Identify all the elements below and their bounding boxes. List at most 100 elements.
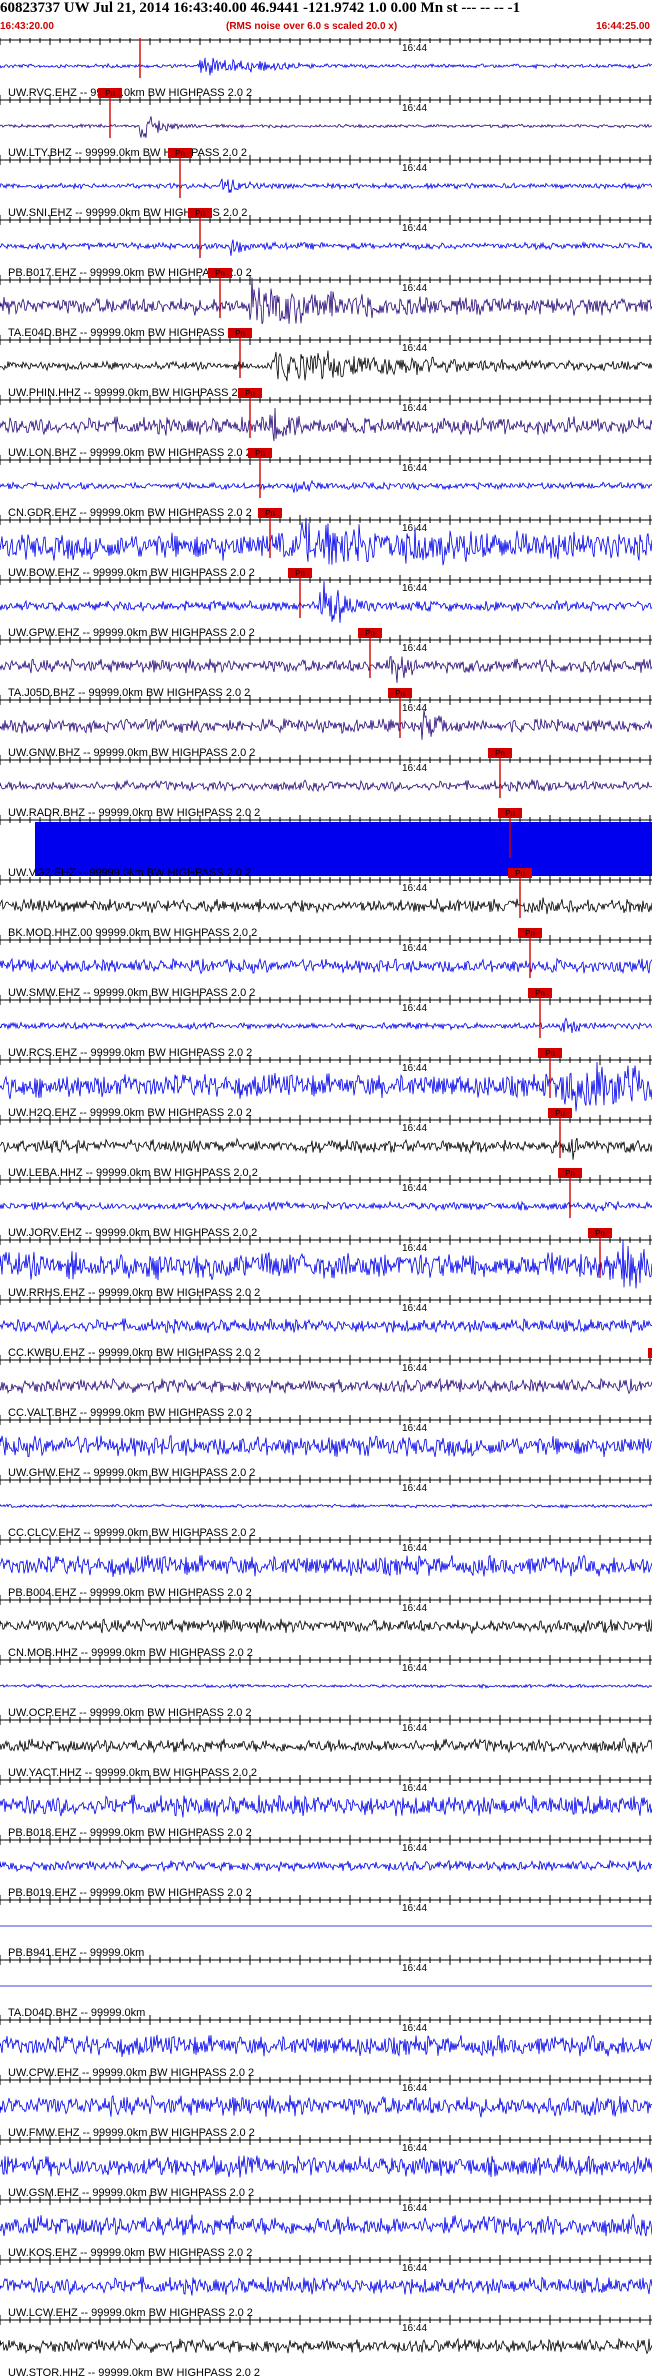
trace-row: 16:44PB.B019.EHZ -- 99999.0km BW HIGHPAS… xyxy=(0,1835,652,1899)
pick-label: Pn xyxy=(295,569,305,578)
station-label: TA.D04D.BHZ -- 99999.0km xyxy=(8,2007,145,2019)
station-label: UW.GNW.BHZ -- 99999.0km BW HIGHPASS 2.0 … xyxy=(8,747,255,759)
waveform xyxy=(0,116,652,138)
station-label: UW.CPW.EHZ -- 99999.0km BW HIGHPASS 2.0 … xyxy=(8,2067,254,2079)
minute-tick-label: 16:44 xyxy=(402,163,427,174)
minute-tick-label: 16:44 xyxy=(402,2143,427,2154)
waveform xyxy=(0,239,652,256)
minute-tick-label: 16:44 xyxy=(402,283,427,294)
waveform xyxy=(0,1794,652,1818)
waveform xyxy=(0,709,652,740)
pick-label: Pn xyxy=(395,689,405,698)
pick-label: Pn xyxy=(565,1169,575,1178)
waveform xyxy=(0,1017,652,1034)
minute-tick-label: 16:44 xyxy=(402,1423,427,1434)
waveform xyxy=(0,1503,652,1509)
start-time-label: 16:43:20.00 xyxy=(0,21,54,32)
waveform xyxy=(0,2094,652,2118)
waveform xyxy=(0,1377,652,1395)
minute-tick-label: 16:44 xyxy=(402,1003,427,1014)
waveform xyxy=(0,1434,652,1458)
pick-label: Pn xyxy=(365,629,375,638)
station-label: UW.GHW.EHZ -- 99999.0km BW HIGHPASS 2.0 … xyxy=(8,1467,255,1479)
rms-note-label: (RMS noise over 6.0 s scaled 20.0 x) xyxy=(226,21,398,32)
pick-label: Pn xyxy=(215,269,225,278)
waveform xyxy=(0,1200,652,1213)
pick-label: Pn xyxy=(505,809,515,818)
minute-tick-label: 16:44 xyxy=(402,223,427,234)
waveform xyxy=(0,1554,652,1577)
waveform xyxy=(0,957,652,975)
minute-tick-label: 16:44 xyxy=(402,2323,427,2334)
waveform xyxy=(0,1683,652,1690)
pick-label: Pn xyxy=(105,89,115,98)
waveform xyxy=(0,350,652,382)
trace-row: 16:44UW.RVC.EHZ -- 99999.0km BW HIGHPASS… xyxy=(0,38,652,99)
station-label: UW.FMW.EHZ -- 99999.0km BW HIGHPASS 2.0 … xyxy=(8,2127,255,2139)
waveform xyxy=(0,1240,652,1289)
minute-tick-label: 16:44 xyxy=(402,1363,427,1374)
waveform xyxy=(0,779,652,793)
trace-row: 16:44 UW.CPW.EHZ -- 99999.0km BW HIGHPASS… xyxy=(0,2015,652,2079)
trace-row: 16:44PB.B018.EHZ -- 99999.0km BW HIGHPAS… xyxy=(0,1775,652,1839)
minute-tick-label: 16:44 xyxy=(402,1483,427,1494)
station-label: UW.RRHS.EHZ -- 99999.0km BW HIGHPASS 2.0… xyxy=(8,1287,260,1299)
station-label: UW.GSM.EHZ -- 99999.0km BW HIGHPASS 2.0 … xyxy=(8,2187,254,2199)
minute-tick-label: 16:44 xyxy=(402,1303,427,1314)
minute-tick-label: 16:44 xyxy=(402,2263,427,2274)
minute-tick-label: 16:44 xyxy=(402,43,427,54)
station-label: UW.GPW.EHZ -- 99999.0km BW HIGHPASS 2.0 … xyxy=(8,627,255,639)
waveform xyxy=(0,581,652,623)
pick-label: Pn xyxy=(255,449,265,458)
pick-label: Pn xyxy=(235,329,245,338)
minute-tick-label: 16:44 xyxy=(402,1243,427,1254)
waveform xyxy=(0,479,652,493)
station-label: CC.KWBU.EHZ -- 99999.0km BW HIGHPASS 2.0… xyxy=(8,1347,260,1359)
minute-tick-label: 16:44 xyxy=(402,1543,427,1554)
waveform xyxy=(0,407,652,442)
minute-tick-label: 16:44 xyxy=(402,463,427,474)
trace-row: 16:44 UW.GSM.EHZ -- 99999.0km BW HIGHPASS… xyxy=(0,2135,652,2199)
waveform xyxy=(0,1318,652,1335)
pick-label: Pn xyxy=(595,1229,605,1238)
pick-label: Pn xyxy=(195,209,205,218)
waveform xyxy=(0,1859,652,1873)
minute-tick-label: 16:44 xyxy=(402,103,427,114)
pick-label: Pn xyxy=(495,749,505,758)
pick-label: Pn xyxy=(555,1109,565,1118)
pick-label: Pn xyxy=(515,869,525,878)
station-label: UW.PHIN.HHZ -- 99999.0km BW HIGHPASS 2.0… xyxy=(8,387,256,399)
waveform xyxy=(0,2034,652,2057)
event-title: 60823737 UW Jul 21, 2014 16:43:40.00 46.… xyxy=(0,0,521,16)
minute-tick-label: 16:44 xyxy=(402,763,427,774)
trace-row: 16:44 UW.STOR.HHZ -- 99999.0km BW HIGHPAS… xyxy=(0,2315,652,2378)
minute-tick-label: 16:44 xyxy=(402,1123,427,1134)
minute-tick-label: 16:44 xyxy=(402,1603,427,1614)
minute-tick-label: 16:44 xyxy=(402,1783,427,1794)
minute-tick-label: 16:44 xyxy=(402,2203,427,2214)
pick-label: Pn xyxy=(265,509,275,518)
station-label: CC.CLCV.EHZ -- 99999.0km BW HIGHPASS 2.0… xyxy=(8,1527,256,1539)
waveform xyxy=(0,57,652,76)
trace-row: 16:44 PB.B941.EHZ -- 99999.0km xyxy=(0,1895,652,1959)
trace-row: 16:44UW.KOS.EHZ -- 99999.0km BW HIGHPASS… xyxy=(0,2195,652,2259)
minute-tick-label: 16:44 xyxy=(402,1903,427,1914)
record-header: 60823737 UW Jul 21, 2014 16:43:40.00 46.… xyxy=(0,0,652,38)
waveform xyxy=(0,178,652,194)
minute-tick-label: 16:44 xyxy=(402,1843,427,1854)
trace-row: 16:44 UW.FMW.EHZ -- 99999.0km BW HIGHPASS… xyxy=(0,2075,652,2139)
minute-tick-label: 16:44 xyxy=(402,2023,427,2034)
waveform xyxy=(0,1618,652,1635)
minute-tick-label: 16:44 xyxy=(402,343,427,354)
waveform xyxy=(0,1137,652,1160)
station-label: PB.B941.EHZ -- 99999.0km xyxy=(8,1947,144,1959)
minute-tick-label: 16:44 xyxy=(402,1663,427,1674)
pick-label: Pn xyxy=(535,989,545,998)
pick-label: Pn xyxy=(245,389,255,398)
waveform xyxy=(0,655,652,683)
station-label: UW.LTY.BHZ -- 99999.0km BW HIGHPASS 2.0 … xyxy=(8,147,247,159)
minute-tick-label: 16:44 xyxy=(402,583,427,594)
waveform xyxy=(0,2276,652,2296)
minute-tick-label: 16:44 xyxy=(402,1963,427,1974)
seismogram-plot: 16:44UW.RVC.EHZ -- 99999.0km BW HIGHPASS… xyxy=(0,38,652,2378)
